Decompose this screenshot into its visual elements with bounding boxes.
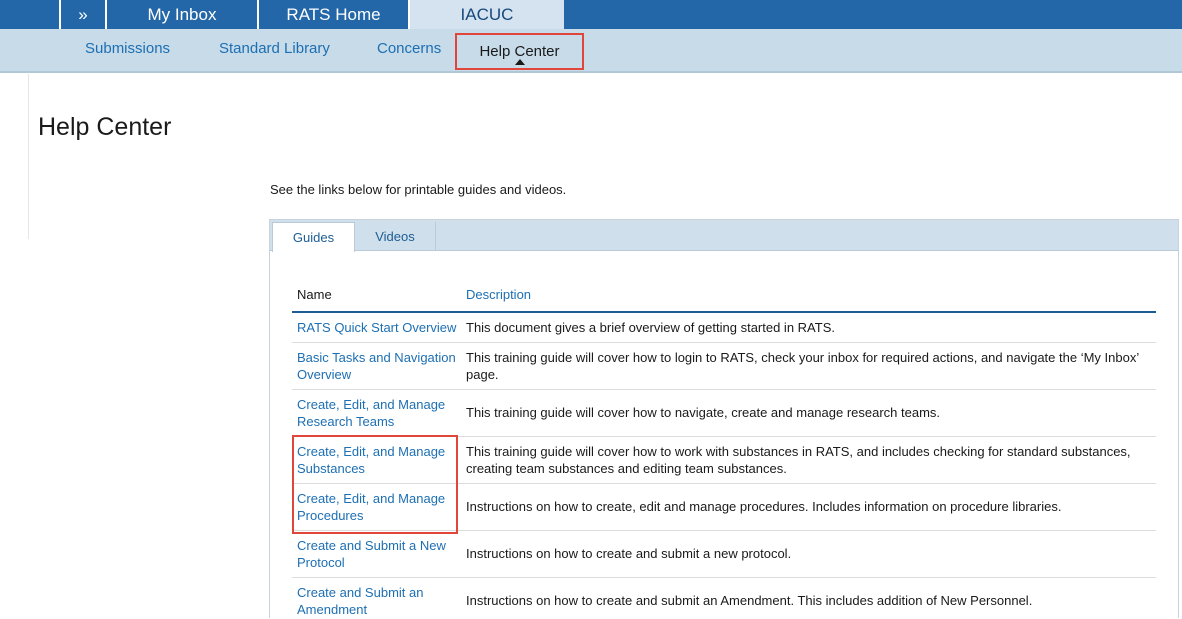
column-header-description[interactable]: Description: [466, 287, 531, 302]
guide-description: Instructions on how to create, edit and …: [466, 499, 1062, 514]
guide-description: This document gives a brief overview of …: [466, 320, 835, 335]
table-row: Create, Edit, and Manage Research Teams …: [292, 390, 1156, 437]
guide-link[interactable]: Create, Edit, and Manage Research Teams: [297, 396, 457, 430]
tab-guides[interactable]: Guides: [272, 222, 355, 252]
tab-iacuc[interactable]: IACUC: [410, 0, 564, 29]
expand-menu-button[interactable]: »: [59, 0, 107, 29]
guide-description: Instructions on how to create and submit…: [466, 593, 1033, 608]
active-caret-icon: [515, 59, 525, 65]
top-nav-bar: » My Inbox RATS Home IACUC: [0, 0, 1182, 29]
guide-link[interactable]: Create and Submit a New Protocol: [297, 537, 457, 571]
subnav-concerns[interactable]: Concerns: [377, 29, 441, 67]
sub-nav-bar: Submissions Standard Library Concerns He…: [0, 29, 1182, 73]
table-row: Create and Submit an Amendment Instructi…: [292, 578, 1156, 619]
column-header-name: Name: [297, 287, 332, 302]
guide-description: This training guide will cover how to wo…: [466, 444, 1131, 476]
guide-link[interactable]: Create and Submit an Amendment: [297, 584, 457, 618]
tab-rats-home[interactable]: RATS Home: [259, 0, 410, 29]
highlight-annotation: [292, 435, 458, 534]
guide-link[interactable]: Basic Tasks and Navigation Overview: [297, 349, 457, 383]
page-title: Help Center: [38, 113, 172, 141]
left-divider: [28, 74, 29, 239]
subnav-submissions[interactable]: Submissions: [85, 29, 170, 67]
table-row: Create and Submit a New Protocol Instruc…: [292, 531, 1156, 578]
guide-description: Instructions on how to create and submit…: [466, 546, 792, 561]
guide-link[interactable]: RATS Quick Start Overview: [297, 319, 457, 336]
guide-description: This training guide will cover how to na…: [466, 405, 941, 420]
guide-description: This training guide will cover how to lo…: [466, 350, 1139, 382]
subnav-standard-library[interactable]: Standard Library: [219, 29, 330, 67]
table-row: RATS Quick Start Overview This document …: [292, 313, 1156, 343]
intro-text: See the links below for printable guides…: [270, 182, 567, 197]
help-panel: Guides Videos Name Description RATS Quic…: [269, 219, 1179, 618]
panel-tab-bar: Guides Videos: [270, 220, 1178, 252]
tab-my-inbox[interactable]: My Inbox: [107, 0, 259, 29]
tab-videos[interactable]: Videos: [355, 222, 436, 251]
table-row: Basic Tasks and Navigation Overview This…: [292, 343, 1156, 390]
